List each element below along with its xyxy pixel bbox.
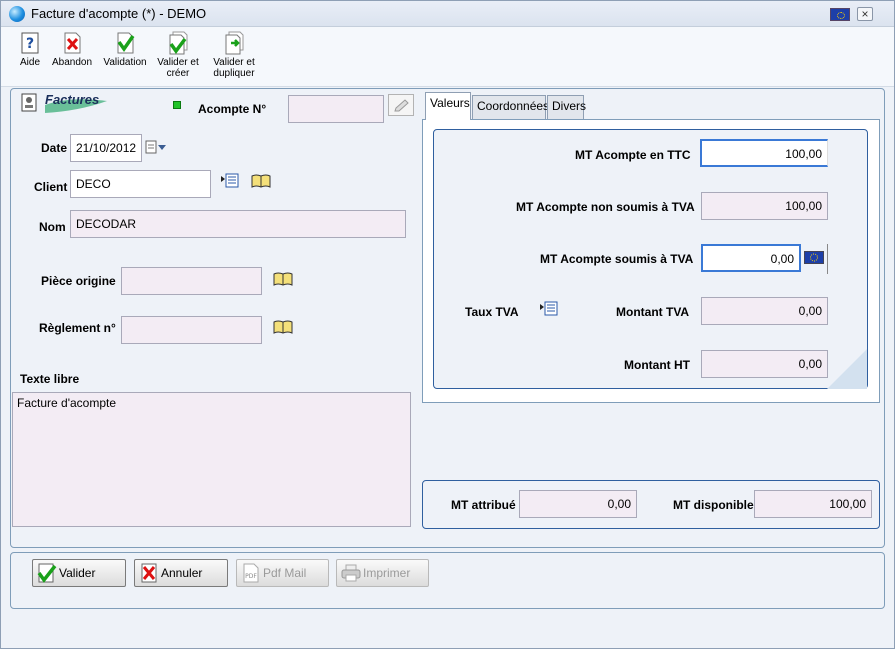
pencil-icon — [394, 99, 409, 112]
valider-creer-label-2: créer — [166, 68, 190, 79]
date-label: Date — [41, 141, 68, 155]
valider-dupliquer-label-1: Valider et — [213, 57, 255, 68]
tab-coordonnees[interactable]: Coordonnées — [472, 95, 549, 119]
help-icon: ? — [21, 32, 39, 54]
mt-disponible-field[interactable]: 100,00 — [754, 490, 872, 518]
mt-ttc-field[interactable]: 100,00 — [700, 139, 828, 167]
montant-tva-field[interactable]: 0,00 — [701, 297, 828, 325]
valider-creer-icon — [169, 31, 188, 55]
validation-button[interactable]: Validation — [100, 31, 150, 68]
annuler-button[interactable]: Annuler — [134, 559, 228, 587]
mt-attribue-field[interactable]: 0,00 — [519, 490, 637, 518]
eu-flag-icon[interactable] — [830, 8, 850, 21]
pdf-mail-button-label: Pdf Mail — [263, 566, 307, 580]
montant-tva-label: Montant TVA — [616, 305, 690, 319]
taux-tva-list-icon[interactable] — [539, 300, 559, 316]
tab-divers[interactable]: Divers — [547, 95, 586, 119]
imprimer-button[interactable]: Imprimer — [336, 559, 429, 587]
date-field[interactable]: 21/10/2012 — [70, 134, 142, 162]
pdf-icon: PDF — [243, 563, 259, 583]
abandon-button[interactable]: Abandon — [48, 31, 96, 68]
aide-button[interactable]: ? Aide — [15, 31, 45, 68]
annuler-button-label: Annuler — [161, 566, 203, 580]
mt-non-soumis-label: MT Acompte non soumis à TVA — [516, 200, 695, 214]
reglement-label: Règlement n° — [39, 321, 116, 335]
svg-text:?: ? — [26, 36, 34, 52]
texte-libre-label: Texte libre — [20, 372, 80, 386]
texte-libre-textarea[interactable]: Facture d'acompte — [12, 392, 411, 527]
valider-dupliquer-icon — [225, 31, 244, 55]
piece-origine-field[interactable] — [121, 267, 262, 295]
montant-ht-field[interactable]: 0,00 — [701, 350, 828, 378]
mt-soumis-label: MT Acompte soumis à TVA — [540, 252, 694, 266]
piece-origine-book-icon[interactable] — [273, 271, 293, 287]
imprimer-button-label: Imprimer — [363, 566, 411, 580]
acompte-label: Acompte N° — [198, 102, 267, 116]
eu-currency-icon[interactable] — [804, 251, 824, 264]
aide-label: Aide — [19, 57, 40, 68]
abandon-label: Abandon — [51, 57, 93, 68]
reglement-field[interactable] — [121, 316, 262, 344]
nom-label: Nom — [39, 220, 66, 234]
mt-soumis-field[interactable]: 0,00 — [701, 244, 801, 272]
toolbar: ? Aide Abandon Validation Valider et cré… — [1, 27, 894, 87]
piece-origine-label: Pièce origine — [41, 274, 116, 288]
app-globe-icon — [9, 6, 25, 22]
mt-disponible-label: MT disponible — [673, 498, 754, 512]
mt-attribue-label: MT attribué — [451, 498, 516, 512]
valider-button[interactable]: Valider — [32, 559, 126, 587]
valider-dupliquer-label-2: dupliquer — [213, 68, 255, 79]
valider-check-icon — [37, 563, 57, 583]
client-field[interactable]: DECO — [70, 170, 211, 198]
validation-label: Validation — [103, 57, 147, 68]
taux-tva-label: Taux TVA — [465, 305, 519, 319]
app-window: Facture d'acompte (*) - DEMO × ? Aide Ab… — [0, 0, 895, 649]
window-title: Facture d'acompte (*) - DEMO — [31, 6, 207, 21]
client-label: Client — [34, 180, 68, 194]
validation-check-icon — [117, 32, 135, 54]
abandon-icon — [64, 32, 81, 54]
mt-non-soumis-field[interactable]: 100,00 — [701, 192, 828, 220]
mt-ttc-label: MT Acompte en TTC — [575, 148, 691, 162]
client-book-icon[interactable] — [251, 173, 271, 189]
reglement-book-icon[interactable] — [273, 319, 293, 335]
status-indicator — [173, 101, 181, 109]
pdf-mail-button[interactable]: PDF Pdf Mail — [236, 559, 329, 587]
tab-valeurs[interactable]: Valeurs — [425, 92, 471, 120]
valider-creer-label-1: Valider et — [157, 57, 199, 68]
montant-ht-label: Montant HT — [624, 358, 690, 372]
acompte-number-field[interactable] — [288, 95, 384, 123]
valider-creer-button[interactable]: Valider et créer — [154, 31, 202, 79]
nom-field[interactable]: DECODAR — [70, 210, 406, 238]
printer-icon — [341, 564, 361, 582]
client-list-icon[interactable] — [220, 172, 240, 188]
calendar-dropdown-icon[interactable] — [145, 140, 167, 154]
close-window-button[interactable]: × — [857, 7, 873, 21]
factures-title: Factures — [45, 92, 100, 107]
corner-decoration-icon — [827, 349, 867, 389]
valider-dupliquer-button[interactable]: Valider et dupliquer — [208, 31, 260, 79]
title-bar: Facture d'acompte (*) - DEMO × — [1, 1, 894, 27]
valider-button-label: Valider — [59, 566, 96, 580]
svg-text:PDF: PDF — [245, 573, 257, 580]
annuler-cross-icon — [141, 563, 157, 583]
field-separator — [827, 244, 828, 274]
edit-acompte-button[interactable] — [388, 94, 414, 116]
